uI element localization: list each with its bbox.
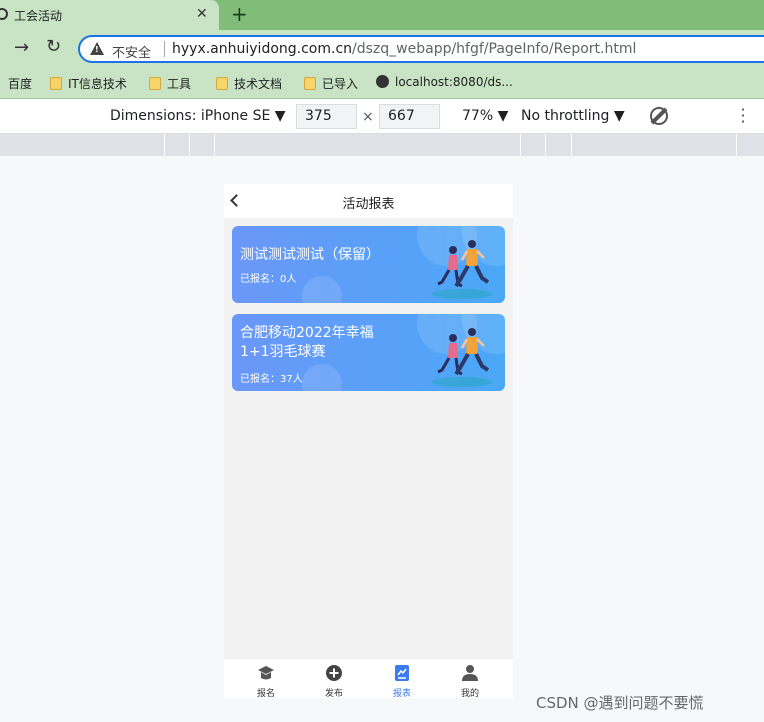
throttling-dropdown[interactable]: No throttling ▼: [521, 108, 625, 124]
tab-signup[interactable]: 报名: [230, 659, 302, 698]
bookmark-item[interactable]: 百度: [8, 75, 32, 92]
watermark: CSDN @遇到问题不要慌: [536, 694, 704, 712]
url-host: hyyx.anhuiyidong.com.cn: [172, 41, 353, 57]
warning-mark: !: [95, 45, 99, 54]
browser-tab-active[interactable]: 工会活动 ✕: [0, 0, 219, 30]
dimension-times: ×: [362, 109, 374, 125]
tab-label: 发布: [324, 689, 343, 698]
phone-viewport: 活动报表 测试测试测试（保留） 已报名：0人 合肥移动2022年幸福1+1羽毛球…: [224, 184, 513, 698]
zoom-dropdown[interactable]: 77% ▼: [462, 108, 508, 124]
browser-toolbar: → ↻ ! 不安全 hyyx.anhuiyidong.com.cn/dszq_w…: [0, 30, 764, 67]
bookmark-folder[interactable]: IT信息技术: [50, 75, 127, 92]
app-header: 活动报表: [224, 184, 513, 218]
url-text[interactable]: hyyx.anhuiyidong.com.cn/dszq_webapp/hfgf…: [172, 41, 636, 57]
bookmark-folder[interactable]: 已导入: [304, 75, 358, 92]
plus-circle-icon: [326, 665, 342, 681]
card-title: 合肥移动2022年幸福1+1羽毛球赛: [240, 325, 374, 360]
bookmark-item[interactable]: localhost:8080/ds...: [376, 75, 513, 89]
device-dimensions-dropdown[interactable]: Dimensions: iPhone SE ▼: [110, 108, 286, 124]
tab-report[interactable]: 报表: [366, 659, 438, 698]
user-icon: [462, 665, 478, 681]
runners-illustration: [432, 328, 492, 387]
app-tab-bar: 报名 发布 报表 我的: [224, 658, 513, 698]
new-tab-button[interactable]: +: [231, 2, 248, 26]
card-signup-count: 已报名：0人: [240, 274, 297, 285]
runners-illustration: [432, 240, 492, 299]
browser-tab-strip: 工会活动 ✕ +: [0, 0, 764, 30]
bubble-decoration: [302, 364, 342, 391]
bookmark-folder[interactable]: 技术文档: [216, 75, 282, 92]
activity-card[interactable]: 测试测试测试（保留） 已报名：0人: [232, 226, 505, 303]
card-title: 测试测试测试（保留）: [240, 247, 380, 263]
report-chart-icon: [395, 665, 409, 681]
tab-label: 我的: [460, 689, 479, 698]
tab-label: 报表: [392, 689, 411, 698]
url-path: /dszq_webapp/hfgf/PageInfo/Report.html: [352, 41, 637, 57]
tab-label: 报名: [256, 689, 275, 698]
bookmarks-bar: 百度 IT信息技术 工具 技术文档 已导入 localhost:8080/ds.…: [0, 67, 764, 99]
bookmark-folder[interactable]: 工具: [149, 75, 191, 92]
globe-icon: [376, 75, 389, 88]
height-input[interactable]: 667: [379, 104, 440, 129]
tab-publish[interactable]: 发布: [298, 659, 370, 698]
page-title: 活动报表: [342, 197, 395, 212]
folder-icon: [216, 77, 228, 90]
activity-card[interactable]: 合肥移动2022年幸福1+1羽毛球赛 已报名：37人: [232, 314, 505, 391]
bubble-decoration: [302, 276, 342, 303]
rotate-icon[interactable]: [650, 107, 668, 125]
device-toolbar: Dimensions: iPhone SE ▼ 375 × 667 77% ▼ …: [0, 100, 764, 134]
width-input[interactable]: 375: [296, 104, 357, 129]
close-tab-icon[interactable]: ✕: [196, 5, 208, 23]
url-separator: [164, 41, 165, 57]
reload-icon[interactable]: ↻: [46, 36, 61, 57]
favicon-icon: [0, 8, 8, 20]
tab-mine[interactable]: 我的: [434, 659, 506, 698]
more-options-icon[interactable]: · · ·: [740, 102, 746, 130]
address-bar[interactable]: ! 不安全 hyyx.anhuiyidong.com.cn/dszq_webap…: [78, 35, 764, 63]
card-signup-count: 已报名：37人: [240, 374, 303, 385]
media-query-ruler: [0, 134, 764, 156]
folder-icon: [50, 77, 62, 90]
insecure-label[interactable]: 不安全: [112, 42, 151, 61]
forward-arrow-icon[interactable]: →: [14, 37, 29, 58]
folder-icon: [149, 77, 161, 90]
folder-icon: [304, 77, 316, 90]
graduation-cap-icon: [258, 666, 274, 680]
tab-title: 工会活动: [14, 9, 63, 23]
